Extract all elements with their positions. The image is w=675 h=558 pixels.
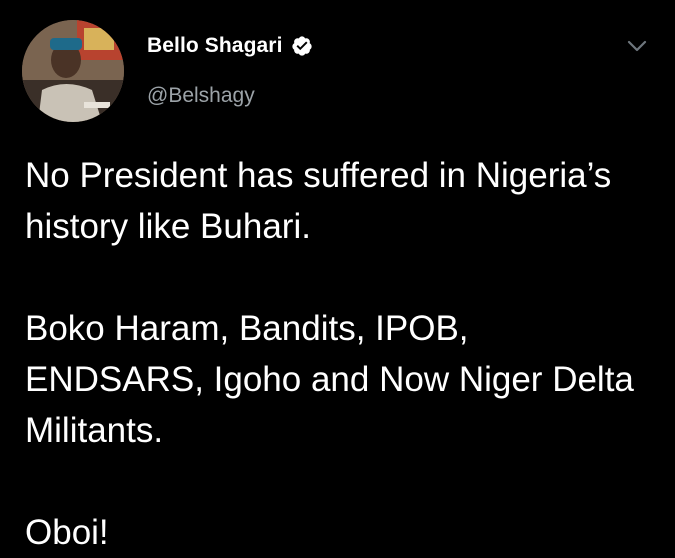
tweet-text: No President has suffered in Nigeria’s h… <box>25 150 655 558</box>
tweet-paragraph: Oboi! <box>25 513 109 552</box>
chevron-down-icon[interactable] <box>626 38 648 54</box>
author-handle[interactable]: @Belshagy <box>147 84 255 108</box>
avatar[interactable] <box>22 20 124 122</box>
tweet-card: Bello Shagari @Belshagy No President has… <box>0 0 675 555</box>
verified-badge-icon <box>291 35 313 57</box>
author-name-row: Bello Shagari <box>147 34 313 58</box>
avatar-photo <box>22 20 124 122</box>
tweet-paragraph: No President has suffered in Nigeria’s h… <box>25 156 612 246</box>
tweet-paragraph: Boko Haram, Bandits, IPOB, ENDSARS, Igoh… <box>25 309 634 450</box>
author-display-name[interactable]: Bello Shagari <box>147 34 283 58</box>
